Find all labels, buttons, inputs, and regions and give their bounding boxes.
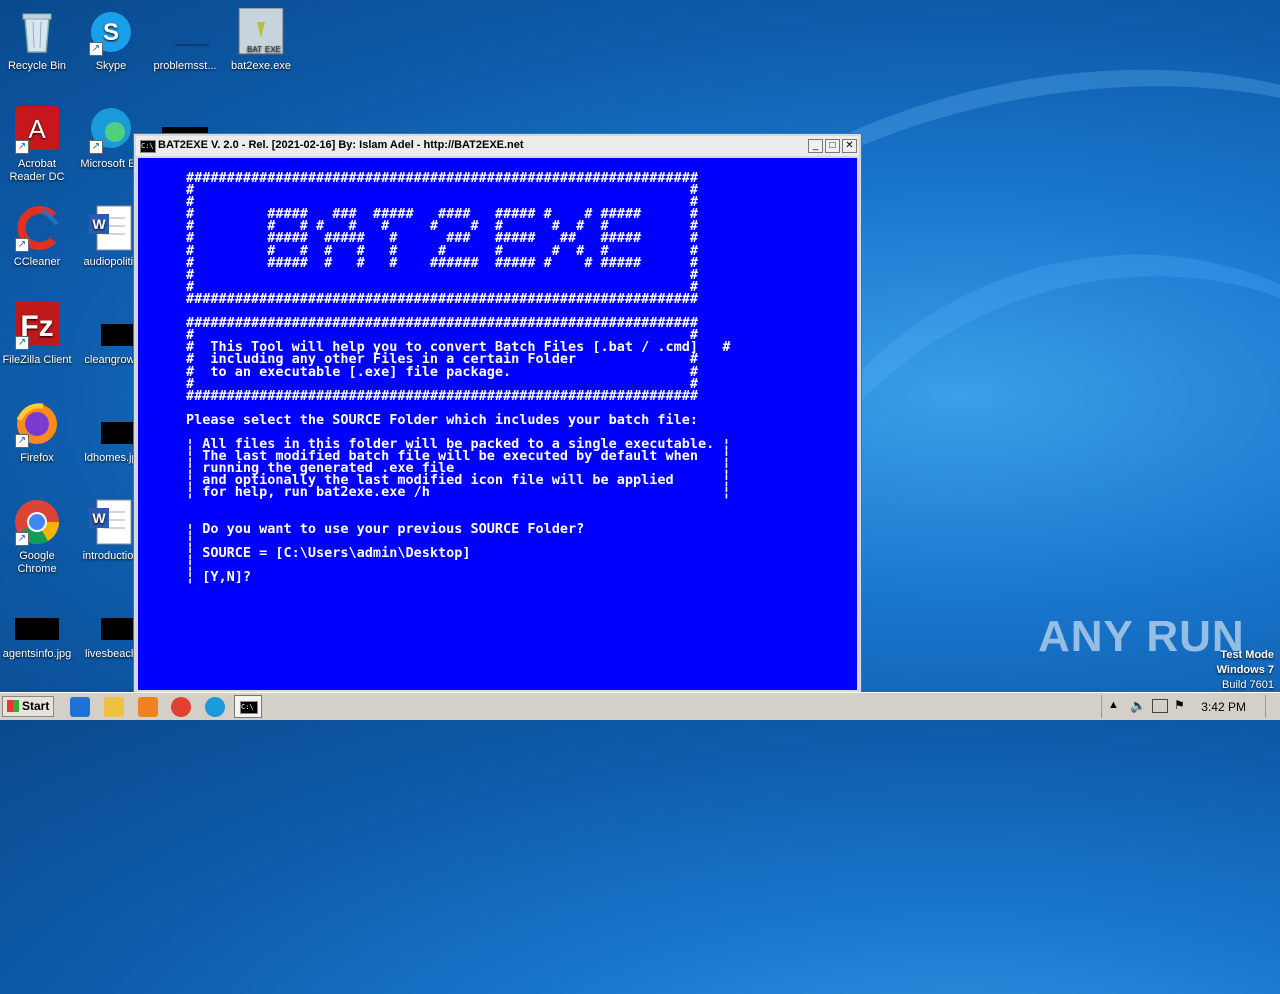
desktop-icon-problemsst[interactable]: problemsst... <box>148 8 222 73</box>
anyrun-logo: ANY RUN <box>1038 612 1245 661</box>
start-label: Start <box>22 699 50 713</box>
window-title: BAT2EXE V. 2.0 - Rel. [2021-02-16] By: I… <box>158 139 524 151</box>
image-file-icon <box>87 596 145 644</box>
maximize-button[interactable]: □ <box>825 139 840 153</box>
image-file-icon <box>87 302 145 350</box>
desktop-icon-label: Recycle Bin <box>7 60 67 72</box>
start-button[interactable]: Start <box>2 696 54 717</box>
show-hidden-icons-icon[interactable]: ▲ <box>1108 699 1119 711</box>
desktop-icon-label: Firefox <box>20 452 54 464</box>
network-icon[interactable] <box>1152 699 1168 713</box>
desktop-icon-label: FileZilla Client <box>2 354 72 366</box>
desktop-icon-label: CCleaner <box>13 256 61 268</box>
test-mode-watermark: Test Mode Windows 7 Build 7601 <box>1217 648 1274 693</box>
word-doc-icon: W <box>87 498 135 546</box>
skype-icon: S ↗ <box>87 8 135 56</box>
desktop-icon-label: Acrobat Reader DC <box>9 158 65 183</box>
cmd-icon[interactable]: C:\ <box>140 140 156 153</box>
desktop-icon-label: Google Chrome <box>17 550 57 575</box>
desktop-icon-skype[interactable]: S ↗ Skype <box>74 8 148 73</box>
file-icon <box>161 8 221 56</box>
cmd-icon: C:\ <box>240 701 258 714</box>
shortcut-arrow-icon: ↗ <box>89 42 103 56</box>
desktop-icon-label: problemsst... <box>153 60 217 72</box>
action-center-flag-icon[interactable]: ⚑ <box>1174 698 1185 712</box>
svg-text:W: W <box>92 216 106 232</box>
chrome-icon[interactable] <box>171 697 191 717</box>
desktop-icon-ccleaner[interactable]: ↗ CCleaner <box>0 204 74 269</box>
desktop-icon-chrome[interactable]: ↗ Google Chrome <box>0 498 74 576</box>
os-label: Windows 7 <box>1216 664 1274 676</box>
svg-text:S: S <box>103 19 119 46</box>
clock[interactable]: 3:42 PM <box>1201 700 1246 714</box>
shortcut-arrow-icon: ↗ <box>15 434 29 448</box>
taskbar: Start C:\ ▲ 🔈 ⚑ 3:42 PM <box>0 692 1280 720</box>
desktop-icon-label: bat2exe.exe <box>231 60 291 72</box>
desktop-icon-agentsinfo[interactable]: agentsinfo.jpg <box>0 596 74 661</box>
svg-text:A: A <box>28 114 46 144</box>
shortcut-arrow-icon: ↗ <box>89 140 103 154</box>
image-file-icon <box>87 400 145 448</box>
acrobat-icon: A ↗ <box>13 106 61 154</box>
shortcut-arrow-icon: ↗ <box>15 238 29 252</box>
chrome-icon: ↗ <box>13 498 61 546</box>
close-button[interactable]: ✕ <box>842 139 857 153</box>
desktop-icon-bat2exe[interactable]: BAT EXE bat2exe.exe <box>224 7 298 73</box>
bat2exe-icon: BAT EXE <box>237 7 285 56</box>
console-text: ########################################… <box>186 170 731 586</box>
shortcut-arrow-icon: ↗ <box>15 140 29 154</box>
explorer-icon[interactable] <box>104 697 124 717</box>
media-player-icon[interactable] <box>138 697 158 717</box>
desktop-icon-firefox[interactable]: ↗ Firefox <box>0 400 74 465</box>
system-tray: ▲ 🔈 ⚑ 3:42 PM <box>1101 695 1280 718</box>
shortcut-arrow-icon: ↗ <box>15 532 29 546</box>
console-output[interactable]: ########################################… <box>138 158 857 690</box>
minimize-button[interactable]: _ <box>808 139 823 153</box>
taskbar-console-button[interactable]: C:\ <box>234 695 262 718</box>
test-mode-label: Test Mode <box>1220 649 1274 661</box>
window-titlebar[interactable]: C:\ BAT2EXE V. 2.0 - Rel. [2021-02-16] B… <box>136 136 859 156</box>
ccleaner-icon: ↗ <box>13 204 61 252</box>
windows-logo-icon <box>7 700 19 712</box>
volume-icon[interactable]: 🔈 <box>1130 698 1146 714</box>
build-label: Build 7601 <box>1222 679 1274 691</box>
show-desktop-button[interactable] <box>1265 695 1280 718</box>
desktop-icon-acrobat[interactable]: A ↗ Acrobat Reader DC <box>0 106 74 184</box>
desktop-icon-recycle-bin[interactable]: Recycle Bin <box>0 8 74 73</box>
filezilla-icon: Fz ↗ <box>13 302 61 350</box>
firefox-icon: ↗ <box>13 400 61 448</box>
word-doc-icon: W <box>87 204 135 252</box>
ie-icon[interactable] <box>70 697 90 717</box>
svg-text:W: W <box>92 510 106 526</box>
desktop-icon-filezilla[interactable]: Fz ↗ FileZilla Client <box>0 302 74 367</box>
svg-text:EXE: EXE <box>265 45 281 54</box>
console-window[interactable]: C:\ BAT2EXE V. 2.0 - Rel. [2021-02-16] B… <box>133 133 862 693</box>
edge-icon[interactable] <box>205 697 225 717</box>
desktop-icon-label: Skype <box>95 60 127 72</box>
desktop-icon-label: agentsinfo.jpg <box>2 648 72 660</box>
recycle-bin-icon <box>13 8 61 56</box>
shortcut-arrow-icon: ↗ <box>15 336 29 350</box>
image-file-icon <box>13 596 61 644</box>
edge-icon: ↗ <box>87 106 135 154</box>
svg-text:BAT: BAT <box>247 45 262 54</box>
